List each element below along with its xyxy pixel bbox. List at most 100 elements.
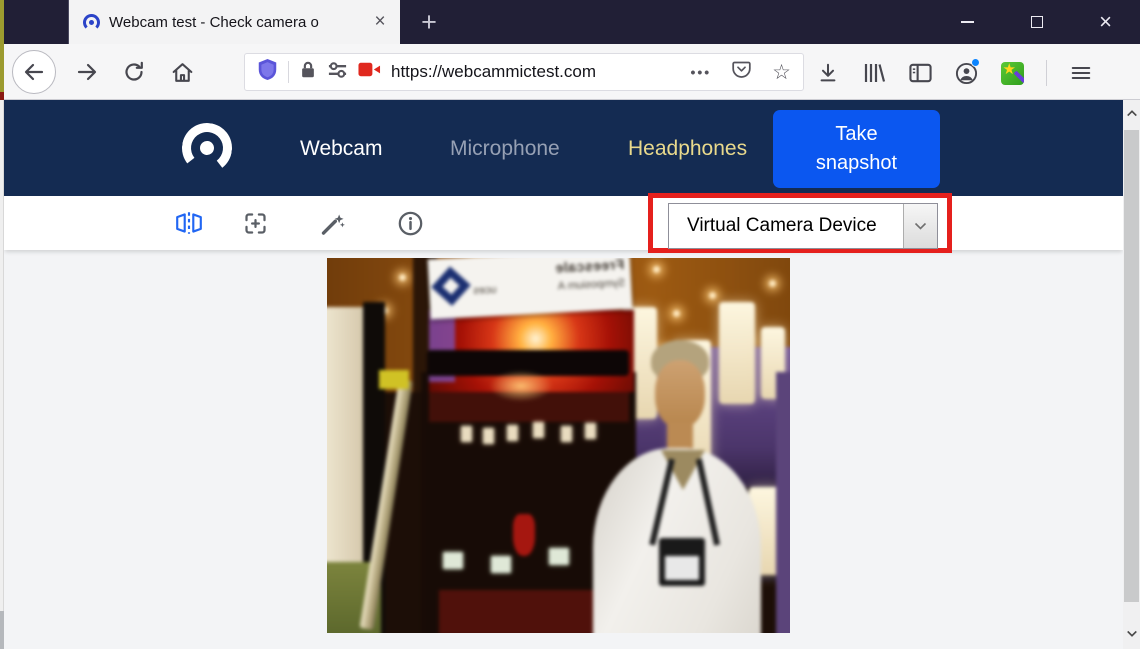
- effects-wand-button[interactable]: [317, 208, 347, 238]
- scrollbar-up-arrow[interactable]: [1124, 105, 1139, 121]
- scene-lamp: [719, 302, 755, 404]
- tab-close-icon[interactable]: ×: [368, 10, 392, 34]
- new-tab-button[interactable]: +: [414, 7, 444, 37]
- scrollbar-thumb[interactable]: [1124, 130, 1139, 602]
- scene-display-screen: [549, 548, 569, 565]
- scene-banner-sign: Freescale Symposium A uces: [428, 258, 633, 319]
- mirror-flip-button[interactable]: [174, 208, 204, 238]
- bookmark-star-icon[interactable]: ☆: [772, 60, 791, 85]
- scene-display-screen: [443, 552, 463, 569]
- string-light: [769, 280, 776, 287]
- scene-sign-diamond-logo: [431, 266, 471, 306]
- account-icon[interactable]: [954, 61, 978, 85]
- page-actions-icon[interactable]: •••: [690, 64, 711, 80]
- scene-display-screen: [483, 428, 494, 444]
- string-light: [709, 292, 716, 299]
- library-icon[interactable]: [862, 61, 886, 85]
- sign-line2: Symposium A uces: [473, 277, 625, 297]
- account-notification-dot: [971, 58, 980, 67]
- site-favicon-icon: [83, 14, 100, 31]
- scene-light-spill: [489, 370, 553, 402]
- camera-controls-bar: [4, 196, 1123, 250]
- string-light: [673, 310, 680, 317]
- tab-bar: Webcam test - Check camera o × + ×: [4, 0, 1140, 44]
- nav-webcam[interactable]: Webcam: [300, 137, 382, 161]
- home-button[interactable]: [165, 55, 199, 89]
- chevron-down-icon: [914, 222, 927, 230]
- extension-star-icon: ★: [1003, 62, 1016, 78]
- window-controls: ×: [933, 0, 1140, 44]
- info-button[interactable]: [395, 208, 425, 238]
- scene-display-screen: [533, 422, 544, 438]
- tab-title-fade: [328, 0, 362, 44]
- nav-headphones[interactable]: Headphones: [628, 137, 747, 161]
- extension-icon[interactable]: ★: [1000, 61, 1024, 85]
- desktop-edge-sliver: [0, 0, 4, 649]
- home-icon: [170, 60, 195, 85]
- scene-display-screen: [585, 423, 596, 439]
- fullscreen-focus-button[interactable]: [240, 208, 270, 238]
- magic-wand-icon: [319, 210, 346, 237]
- camera-in-use-icon[interactable]: [358, 61, 381, 83]
- url-text[interactable]: https://webcammictest.com: [391, 62, 596, 82]
- back-button[interactable]: [12, 50, 56, 94]
- downloads-icon[interactable]: [816, 61, 840, 85]
- sign-line2-main: Symposium A: [558, 277, 626, 293]
- sliver-gray: [0, 100, 4, 611]
- camera-device-value: Virtual Camera Device: [669, 215, 903, 237]
- window-minimize-button[interactable]: [933, 0, 1002, 44]
- sidebar-toggle-icon[interactable]: [908, 61, 932, 85]
- person-badge-card: [665, 556, 699, 580]
- reload-button[interactable]: [117, 55, 151, 89]
- camera-device-select[interactable]: Virtual Camera Device: [668, 203, 938, 249]
- scene-display-screen: [507, 425, 518, 441]
- scene-display-screen: [561, 426, 572, 442]
- video-scene: Freescale Symposium A uces: [327, 258, 790, 633]
- person-neck: [667, 422, 693, 450]
- forward-button[interactable]: [70, 55, 104, 89]
- lock-icon[interactable]: [299, 60, 317, 85]
- sliver-red: [0, 92, 4, 100]
- webcam-video-preview: Freescale Symposium A uces: [327, 258, 790, 633]
- select-arrow-button[interactable]: [903, 204, 937, 248]
- reload-icon: [122, 60, 146, 84]
- take-snapshot-button[interactable]: Take snapshot: [773, 110, 940, 188]
- back-arrow-icon: [22, 60, 46, 84]
- site-header: Webcam Microphone Headphones Take snapsh…: [4, 100, 1123, 196]
- address-bar[interactable]: https://webcammictest.com ••• ☆: [244, 53, 804, 91]
- toolbar-right-icons: ★: [810, 60, 1140, 86]
- page-scrollbar[interactable]: [1123, 100, 1140, 649]
- toolbar-separator: [1046, 60, 1047, 86]
- permissions-icon[interactable]: [327, 61, 348, 84]
- info-icon: [397, 210, 424, 237]
- window-maximize-button[interactable]: [1002, 0, 1071, 44]
- string-light: [653, 266, 660, 273]
- browser-toolbar: https://webcammictest.com ••• ☆: [4, 44, 1140, 100]
- scene-purple-edge: [776, 372, 790, 633]
- scrollbar-down-arrow[interactable]: [1124, 626, 1139, 642]
- browser-tab[interactable]: Webcam test - Check camera o ×: [68, 0, 400, 44]
- string-light: [399, 274, 406, 281]
- pocket-icon[interactable]: [731, 59, 752, 85]
- window-close-button[interactable]: ×: [1071, 0, 1140, 44]
- scene-display-screen: [461, 426, 472, 442]
- tracking-protection-shield-icon[interactable]: [257, 58, 278, 86]
- nav-microphone[interactable]: Microphone: [450, 137, 560, 161]
- focus-brackets-icon: [242, 210, 269, 237]
- tab-title: Webcam test - Check camera o: [109, 14, 319, 31]
- extension-badge: ★: [1001, 62, 1024, 85]
- sliver-dark: [0, 611, 4, 649]
- sliver-olive: [0, 0, 4, 92]
- scene-red-object: [513, 514, 535, 556]
- sign-line1: Freescale: [555, 258, 625, 276]
- site-logo-icon[interactable]: [179, 120, 235, 176]
- scene-display-screen: [491, 556, 511, 573]
- menu-hamburger-icon[interactable]: [1069, 61, 1093, 85]
- person-face: [655, 360, 705, 428]
- urlbar-separator: [288, 61, 289, 83]
- urlbar-actions: ••• ☆: [690, 59, 791, 85]
- mirror-flip-icon: [174, 210, 204, 236]
- forward-arrow-icon: [75, 60, 99, 84]
- scene-white-panel: [327, 307, 363, 565]
- sign-line2-tail: uces: [473, 284, 497, 297]
